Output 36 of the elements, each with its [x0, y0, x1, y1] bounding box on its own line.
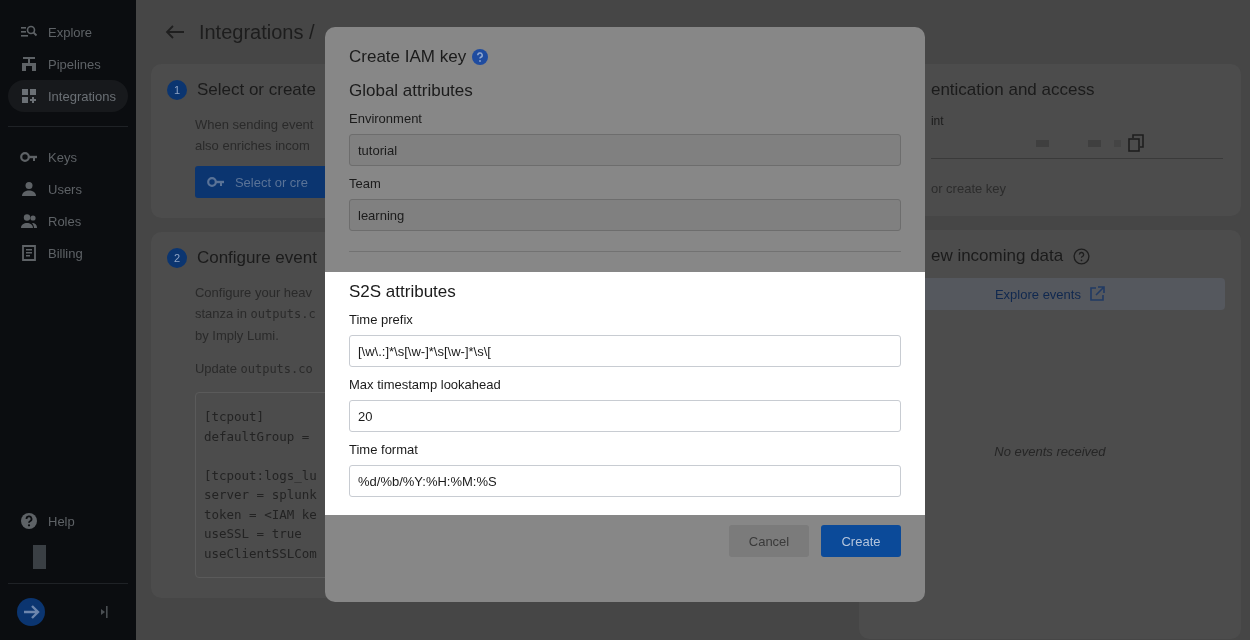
- field-label: Time prefix: [349, 312, 414, 327]
- users-icon: [20, 180, 38, 198]
- help-link[interactable]: Help: [8, 505, 128, 537]
- input-field[interactable]: 20: [349, 400, 901, 432]
- field-label: Team: [349, 176, 382, 191]
- nav-item[interactable]: Integrations: [8, 80, 128, 112]
- nav-item[interactable]: Roles: [8, 205, 128, 237]
- section-title: Global attributes: [349, 81, 474, 101]
- field-label: Environment: [349, 111, 423, 126]
- section-title: S2S attributes: [349, 282, 457, 302]
- help-icon[interactable]: [472, 49, 489, 65]
- nav-item[interactable]: Users: [8, 173, 128, 205]
- dialog-title: Create IAM key: [349, 47, 467, 67]
- collapse-icon[interactable]: [99, 605, 108, 619]
- logo-icon[interactable]: [17, 598, 45, 626]
- roles-icon: [20, 212, 38, 230]
- input-field[interactable]: [\w\.:]*\s[\w-]*\s[\w-]*\s\[: [349, 335, 901, 367]
- help-icon[interactable]: [1073, 247, 1091, 265]
- pipelines-icon: [20, 55, 38, 73]
- billing-icon: [20, 244, 38, 262]
- nav-item[interactable]: Explore: [8, 16, 128, 48]
- field-label: Time format: [349, 442, 419, 457]
- nav-item[interactable]: Pipelines: [8, 48, 128, 80]
- step-number: 2: [166, 248, 187, 268]
- step-number: 1: [166, 80, 187, 100]
- back-arrow-icon[interactable]: [164, 25, 185, 39]
- cancel-button[interactable]: Cancel: [729, 525, 809, 557]
- create-button[interactable]: Create: [821, 525, 901, 557]
- integrations-icon: [20, 87, 38, 105]
- external-link-icon: [1088, 286, 1105, 302]
- field-label: Max timestamp lookahead: [349, 377, 502, 392]
- nav-item[interactable]: Keys: [8, 141, 128, 173]
- help-icon: [20, 512, 38, 530]
- nav-item[interactable]: Billing: [8, 237, 128, 269]
- copy-icon[interactable]: [1126, 134, 1145, 152]
- input-field[interactable]: %d/%b/%Y:%H:%M:%S: [349, 465, 901, 497]
